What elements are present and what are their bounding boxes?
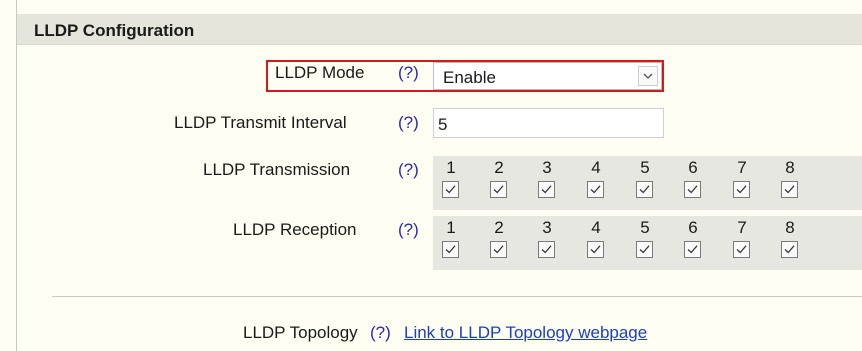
checkmark-icon — [590, 245, 601, 254]
reception-port-number: 5 — [640, 218, 650, 237]
reception-port-number: 2 — [494, 218, 504, 237]
transmission-port-checkbox[interactable] — [490, 181, 507, 198]
left-border — [16, 0, 17, 351]
transmit-interval-value: 5 — [438, 115, 448, 134]
topology-help-link[interactable]: (?) — [370, 323, 391, 343]
checkmark-icon — [736, 185, 747, 194]
transmission-port-number: 5 — [640, 158, 650, 177]
reception-label: LLDP Reception — [233, 220, 357, 239]
transmit-interval-label: LLDP Transmit Interval — [174, 113, 347, 132]
section-header: LLDP Configuration — [17, 14, 862, 45]
reception-port-checkbox[interactable] — [684, 241, 701, 258]
transmission-port-number: 8 — [785, 158, 795, 177]
checkmark-icon — [639, 185, 650, 194]
topology-webpage-link[interactable]: Link to LLDP Topology webpage — [404, 323, 647, 343]
transmission-port-checkbox[interactable] — [442, 181, 459, 198]
reception-port-number: 7 — [737, 218, 747, 237]
transmit-interval-help-link[interactable]: (?) — [398, 113, 419, 133]
reception-port-grid: 1 2 3 4 5 6 7 8 — [433, 216, 862, 270]
reception-port-checkbox[interactable] — [538, 241, 555, 258]
section-title: LLDP Configuration — [34, 21, 195, 40]
checkmark-icon — [445, 185, 456, 194]
transmission-port-number: 3 — [542, 158, 552, 177]
lldp-mode-help-link[interactable]: (?) — [398, 63, 419, 83]
transmission-label: LLDP Transmission — [203, 160, 351, 179]
reception-port-checkbox[interactable] — [442, 241, 459, 258]
transmission-help-link[interactable]: (?) — [398, 160, 419, 180]
transmission-port-checkbox[interactable] — [684, 181, 701, 198]
checkmark-icon — [590, 185, 601, 194]
checkmark-icon — [687, 245, 698, 254]
checkmark-icon — [445, 245, 456, 254]
transmission-port-number: 2 — [494, 158, 504, 177]
lldp-mode-label: LLDP Mode — [275, 63, 365, 82]
topology-label: LLDP Topology — [243, 323, 358, 342]
reception-help-link[interactable]: (?) — [398, 220, 419, 240]
lldp-mode-selected-value: Enable — [443, 68, 496, 87]
transmission-port-grid: 1 2 3 4 5 6 7 8 — [433, 156, 862, 210]
transmission-port-number: 1 — [446, 158, 456, 177]
reception-port-number: 6 — [688, 218, 698, 237]
reception-port-number: 1 — [446, 218, 456, 237]
transmission-port-number: 6 — [688, 158, 698, 177]
section-divider — [52, 296, 862, 297]
transmission-port-checkbox[interactable] — [733, 181, 750, 198]
transmission-port-checkbox[interactable] — [636, 181, 653, 198]
checkmark-icon — [639, 245, 650, 254]
transmit-interval-input[interactable]: 5 — [433, 108, 664, 138]
checkmark-icon — [493, 245, 504, 254]
checkmark-icon — [541, 245, 552, 254]
reception-port-checkbox[interactable] — [490, 241, 507, 258]
reception-port-number: 4 — [591, 218, 601, 237]
reception-port-checkbox[interactable] — [587, 241, 604, 258]
transmission-port-number: 7 — [737, 158, 747, 177]
reception-port-number: 3 — [542, 218, 552, 237]
checkmark-icon — [736, 245, 747, 254]
reception-port-checkbox[interactable] — [781, 241, 798, 258]
checkmark-icon — [687, 185, 698, 194]
reception-port-checkbox[interactable] — [636, 241, 653, 258]
transmission-port-checkbox[interactable] — [538, 181, 555, 198]
checkmark-icon — [784, 185, 795, 194]
transmission-port-checkbox[interactable] — [587, 181, 604, 198]
checkmark-icon — [493, 185, 504, 194]
reception-port-checkbox[interactable] — [733, 241, 750, 258]
chevron-down-icon[interactable] — [638, 66, 658, 86]
lldp-mode-select[interactable]: Enable — [433, 62, 662, 90]
transmission-port-checkbox[interactable] — [781, 181, 798, 198]
transmission-port-number: 4 — [591, 158, 601, 177]
reception-port-number: 8 — [785, 218, 795, 237]
checkmark-icon — [784, 245, 795, 254]
checkmark-icon — [541, 185, 552, 194]
